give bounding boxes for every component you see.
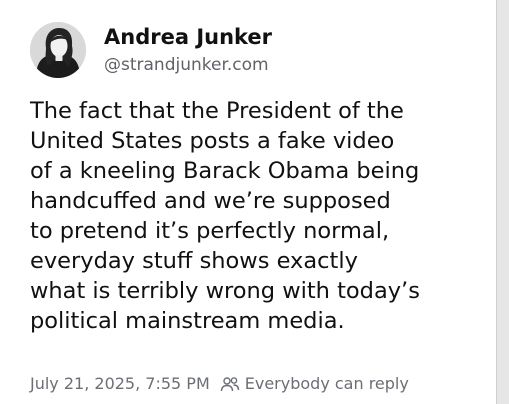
- post-text-line: of a kneeling Barack Obama being: [30, 158, 420, 184]
- people-icon: [220, 376, 240, 392]
- post-text-line: what is terribly wrong with today’s: [30, 278, 420, 304]
- post-text: The fact that the President of the Unite…: [30, 96, 480, 336]
- post-text-line: to pretend it’s perfectly normal,: [30, 218, 390, 244]
- post-meta: July 21, 2025, 7:55 PM Everybody can rep…: [30, 374, 409, 393]
- post-text-line: United States posts a fake video: [30, 128, 395, 154]
- page-edge: [497, 0, 509, 404]
- author-handle[interactable]: @strandjunker.com: [104, 55, 269, 75]
- avatar[interactable]: [30, 22, 86, 78]
- post-text-line: everyday stuff shows exactly: [30, 248, 358, 274]
- post-text-line: The fact that the President of the: [30, 98, 404, 124]
- author-name[interactable]: Andrea Junker: [104, 25, 272, 49]
- reply-setting[interactable]: Everybody can reply: [245, 374, 409, 393]
- post-text-line: political mainstream media.: [30, 308, 345, 334]
- post-text-line: handcuffed and we’re supposed: [30, 188, 391, 214]
- profile-photo-icon: [30, 22, 86, 78]
- post-timestamp[interactable]: July 21, 2025, 7:55 PM: [30, 374, 210, 393]
